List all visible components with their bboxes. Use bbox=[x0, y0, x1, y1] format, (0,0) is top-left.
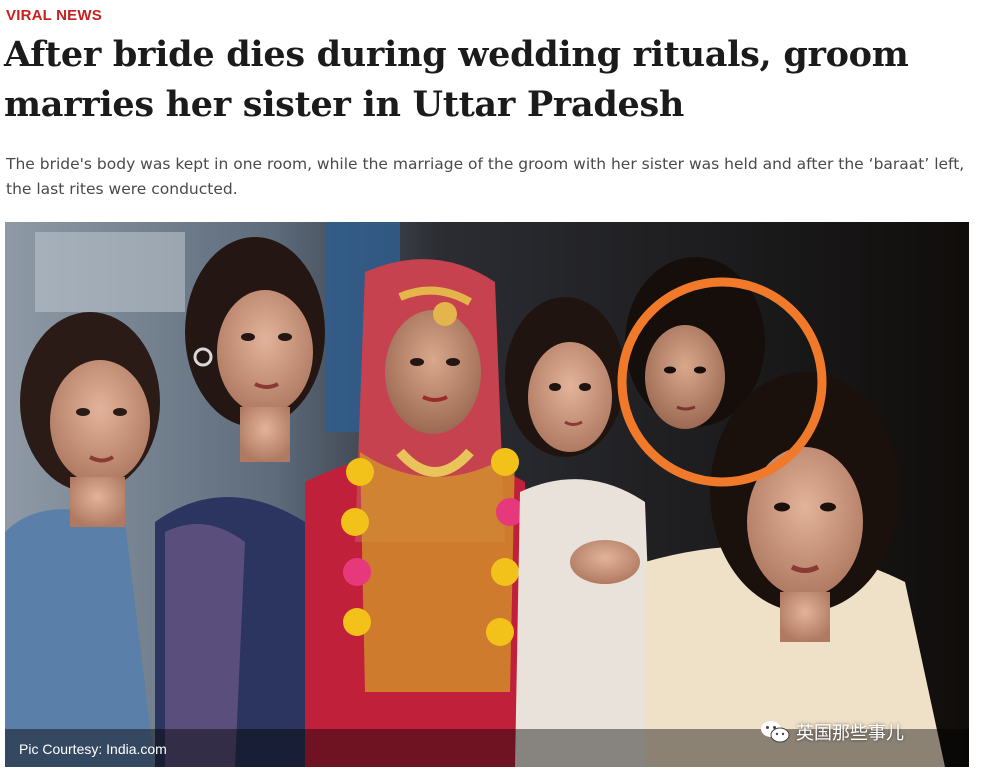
watermark: 英国那些事儿 bbox=[760, 719, 904, 745]
wall-patch bbox=[35, 232, 185, 312]
news-article: VIRAL NEWS After bride dies during weddi… bbox=[0, 0, 981, 772]
article-photo: Pic Courtesy: India.com 英国那些事儿 bbox=[5, 222, 969, 767]
headline: After bride dies during wedding rituals,… bbox=[4, 34, 909, 125]
photo-credit: Pic Courtesy: India.com bbox=[19, 741, 167, 757]
watermark-text: 英国那些事儿 bbox=[796, 723, 904, 744]
category-link[interactable]: VIRAL NEWS bbox=[6, 7, 102, 24]
group-photo-illustration bbox=[5, 222, 969, 767]
wechat-icon bbox=[761, 721, 790, 743]
article-summary: The bride's body was kept in one room, w… bbox=[6, 155, 965, 198]
